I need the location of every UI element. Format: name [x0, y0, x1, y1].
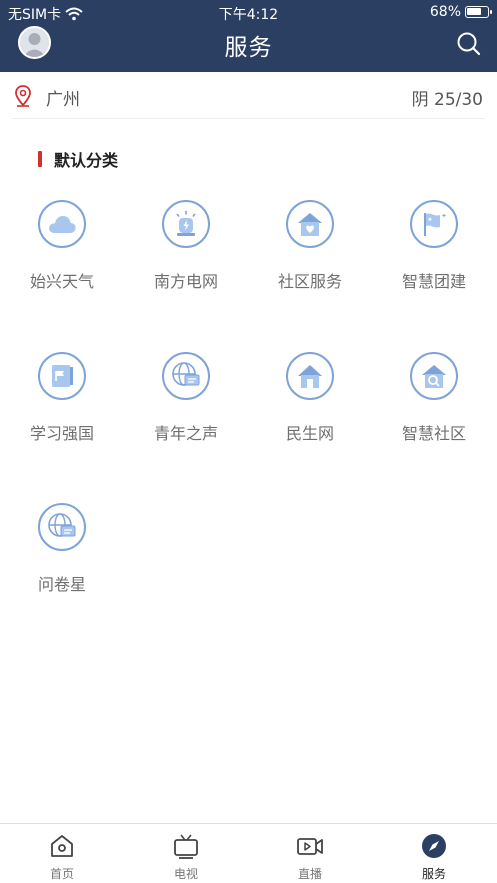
- video-icon: [297, 838, 323, 855]
- flag-icon: [410, 200, 458, 248]
- tab-label: 首页: [49, 867, 74, 881]
- status-time: 下午4:12: [218, 7, 279, 23]
- location-pin-icon: [15, 85, 31, 107]
- search-icon[interactable]: [455, 30, 483, 58]
- category-header: 默认分类: [38, 148, 118, 170]
- service-item-smart-community[interactable]: 智慧社区: [372, 350, 496, 460]
- category-marker: [38, 151, 42, 167]
- service-item-weather[interactable]: 始兴天气: [0, 198, 124, 308]
- tab-label: 电视: [173, 867, 198, 881]
- service-item-xuexi[interactable]: 学习强国: [0, 350, 124, 460]
- nav-row: 服务: [0, 24, 497, 72]
- service-label: 学习强国: [29, 424, 94, 443]
- service-label: 始兴天气: [29, 272, 94, 291]
- house-search-icon: [410, 352, 458, 400]
- globe-message-icon: [38, 503, 86, 551]
- tab-label: 直播: [297, 867, 322, 881]
- service-item-smart-league[interactable]: 智慧团建: [372, 198, 496, 308]
- weather-summary: 阴 25/30: [411, 90, 483, 110]
- tab-home[interactable]: 首页: [0, 824, 124, 883]
- location-row[interactable]: 广州 阴 25/30: [0, 72, 497, 120]
- service-item-wenjuanxing[interactable]: 问卷星: [0, 501, 124, 611]
- service-item-minsheng[interactable]: 民生网: [248, 350, 372, 460]
- cloud-icon: [38, 200, 86, 248]
- power-alert-icon: [162, 200, 210, 248]
- service-label: 社区服务: [277, 272, 342, 291]
- header-bar: 无SIM卡 下午4:12 68% 服务: [0, 0, 497, 72]
- tab-bar: 首页 电视 直播 服务: [0, 823, 497, 883]
- service-label: 南方电网: [153, 272, 218, 291]
- house-icon: [286, 352, 334, 400]
- category-title: 默认分类: [54, 151, 119, 170]
- house-heart-icon: [286, 200, 334, 248]
- status-bar: 无SIM卡 下午4:12 68%: [0, 0, 497, 24]
- compass-icon: [422, 834, 446, 858]
- page-title: 服务: [224, 35, 273, 61]
- tab-label: 服务: [421, 867, 446, 881]
- service-item-youth-voice[interactable]: 青年之声: [124, 350, 248, 460]
- battery-icon: [465, 6, 492, 18]
- service-item-power-grid[interactable]: 南方电网: [124, 198, 248, 308]
- service-label: 智慧社区: [401, 424, 466, 443]
- globe-message-icon: [162, 352, 210, 400]
- tv-icon: [174, 834, 198, 859]
- divider: [12, 118, 485, 119]
- service-label: 青年之声: [153, 424, 218, 443]
- book-flag-icon: [38, 352, 86, 400]
- battery-percent: 68%: [429, 4, 461, 20]
- service-label: 智慧团建: [401, 272, 466, 291]
- service-label: 问卷星: [37, 575, 86, 594]
- service-label: 民生网: [285, 424, 334, 443]
- home-icon: [51, 835, 73, 857]
- tab-live[interactable]: 直播: [248, 824, 372, 883]
- tab-tv[interactable]: 电视: [124, 824, 248, 883]
- service-item-community[interactable]: 社区服务: [248, 198, 372, 308]
- tab-services[interactable]: 服务: [372, 824, 496, 883]
- location-city: 广州: [46, 90, 80, 110]
